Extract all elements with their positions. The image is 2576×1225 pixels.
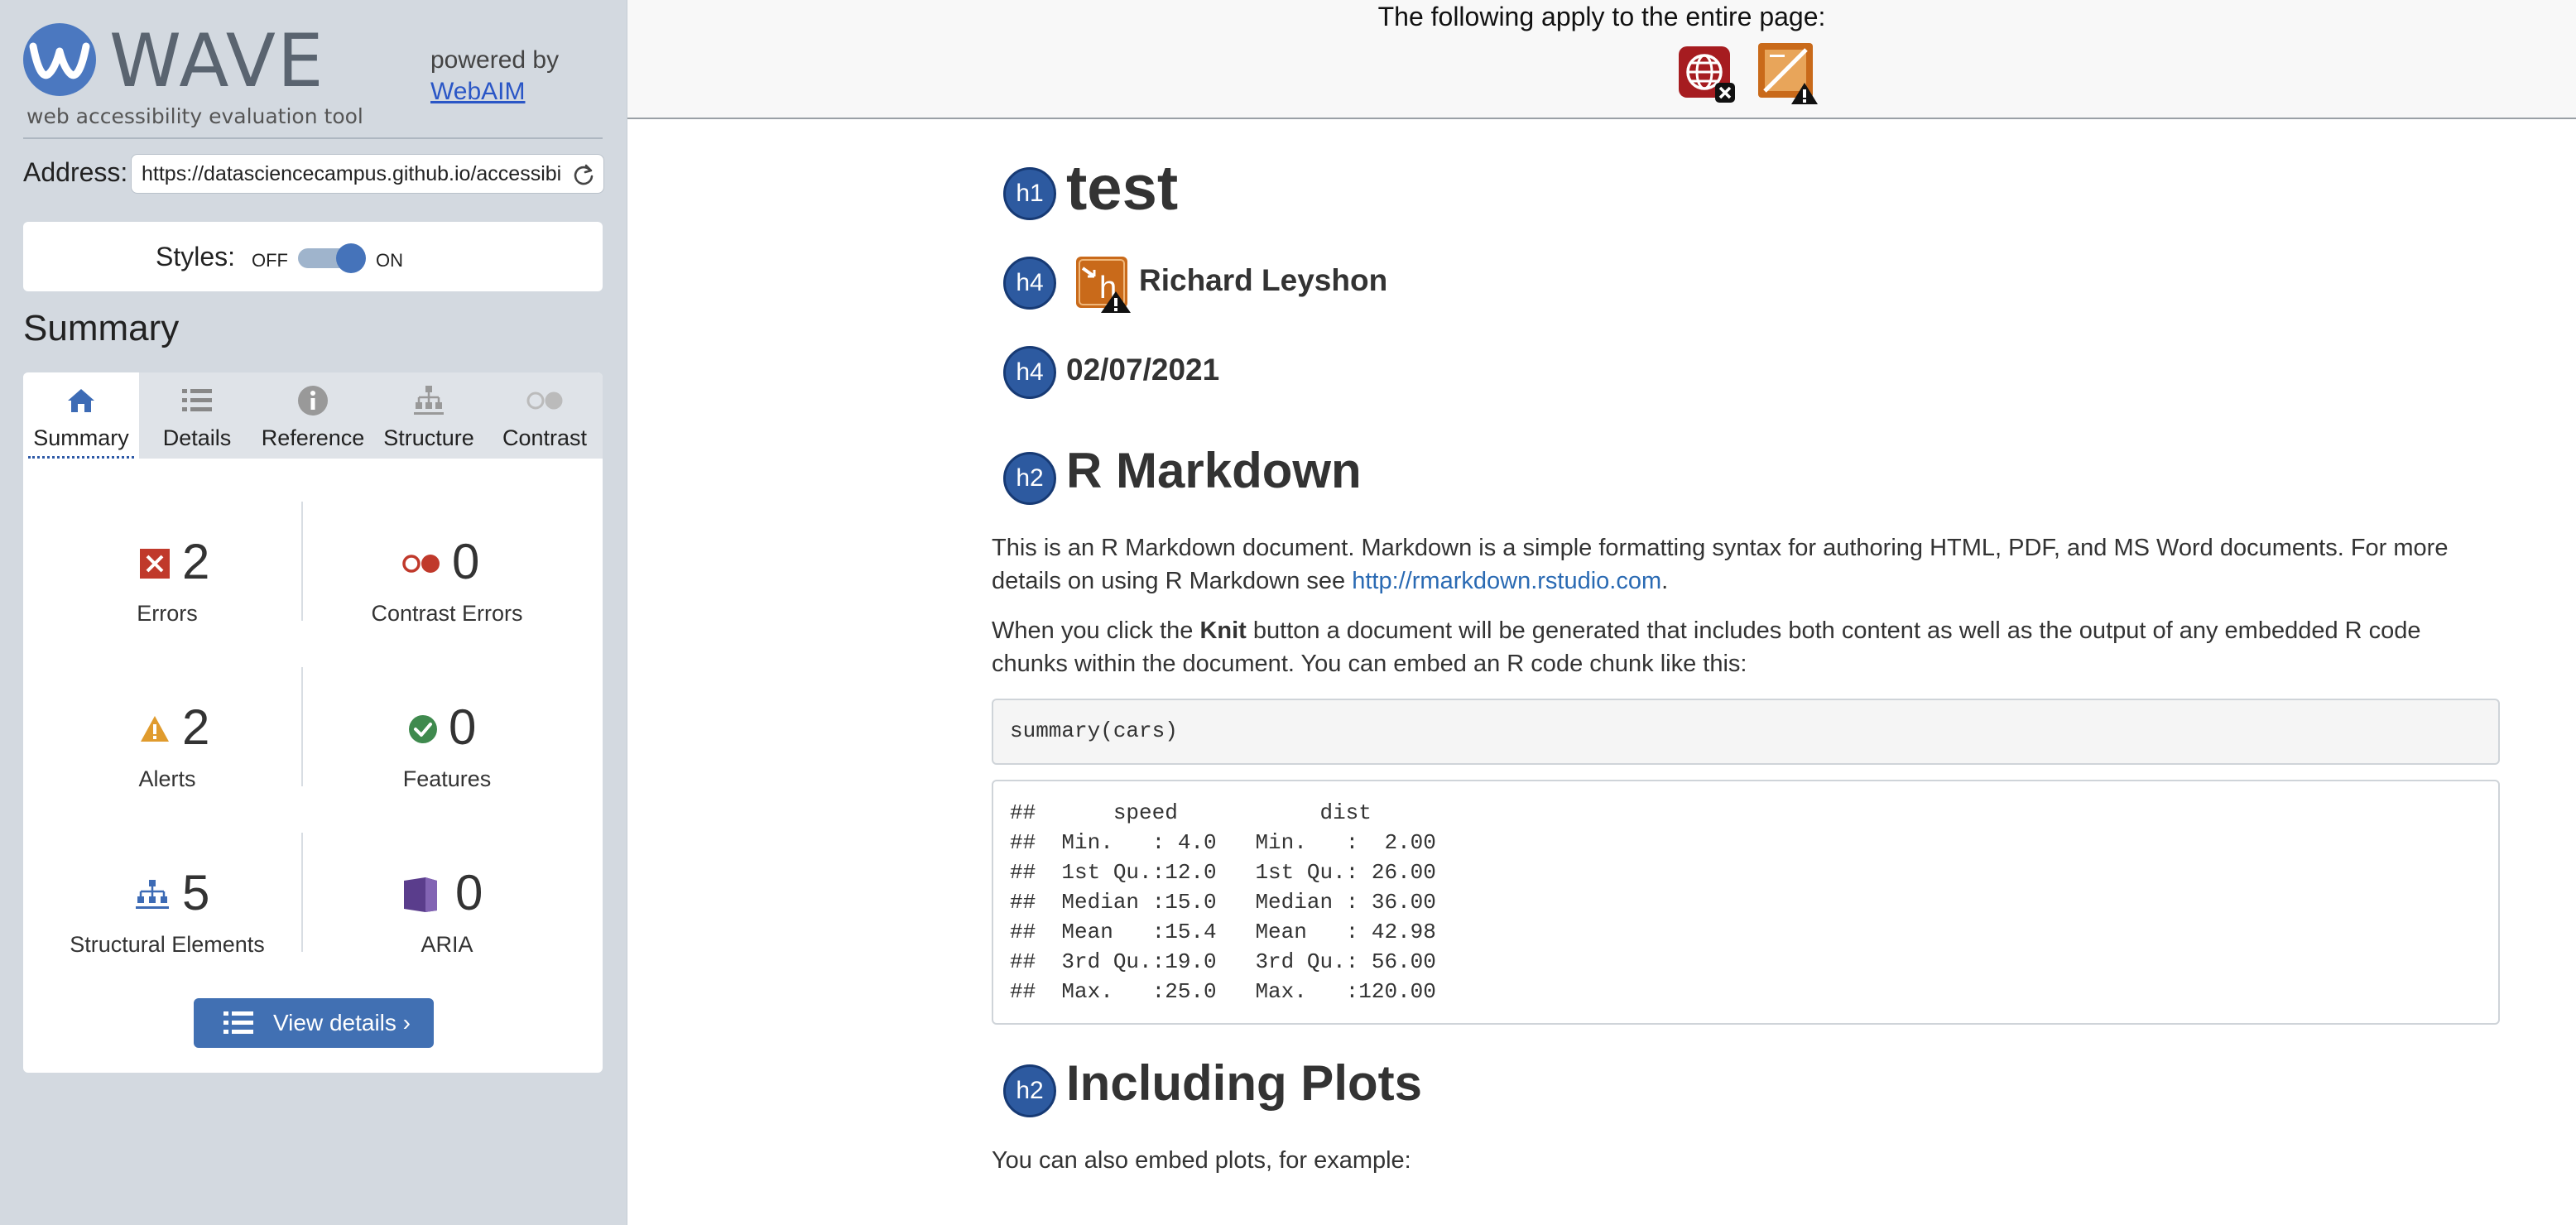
heading-level-badge[interactable]: h2 [1003, 1064, 1056, 1117]
address-field-container [131, 154, 604, 194]
date-heading: 02/07/2021 [1066, 353, 1220, 387]
section-heading-r-markdown: R Markdown [1066, 443, 1362, 498]
stat-errors[interactable]: 2 Errors [35, 533, 300, 657]
error-icon [140, 549, 170, 579]
styles-off-label: OFF [252, 250, 288, 271]
divider [23, 137, 603, 139]
paragraph-text: This is an R Markdown document. Markdown… [992, 535, 2449, 594]
section-heading-including-plots: Including Plots [1066, 1055, 1422, 1111]
tab-structure[interactable]: Structure [371, 372, 487, 459]
structural-elements-count: 5 [182, 865, 210, 920]
wave-logo-icon [23, 23, 96, 96]
knit-bold: Knit [1199, 617, 1247, 644]
heading-level-badge[interactable]: h1 [1003, 167, 1056, 220]
tab-label: Structure [383, 425, 474, 450]
alerts-count: 2 [182, 699, 210, 755]
home-icon [68, 389, 94, 412]
address-label: Address: [23, 157, 128, 187]
tab-label: Contrast [502, 425, 588, 450]
author-heading: Richard Leyshon [1139, 263, 1388, 297]
tab-label: Reference [261, 425, 365, 450]
stat-aria[interactable]: 0 ARIA [315, 864, 579, 988]
paragraph-knit: When you click the Knit button a documen… [992, 614, 2500, 680]
code-input-block: summary(cars) [992, 699, 2500, 765]
code-output-block: ## speed dist ## Min. : 4.0 Min. : 2.00 … [992, 780, 2500, 1025]
contrast-alert-icon[interactable] [1757, 41, 1819, 106]
page-level-text: The following apply to the entire page: [1377, 2, 1826, 31]
heading-level-badge[interactable]: h4 [1003, 346, 1056, 399]
summary-card: Summary Details Reference Structure Cont… [23, 372, 603, 1073]
possible-heading-alert-icon[interactable]: h [1074, 255, 1134, 315]
tab-summary[interactable]: Summary [23, 372, 139, 459]
heading-level-badge[interactable]: h4 [1003, 257, 1056, 310]
paragraph-text: When you click the [992, 617, 1200, 644]
code-input: summary(cars) [1010, 718, 1178, 743]
powered-by-text: powered by [430, 46, 560, 74]
tab-reference[interactable]: Reference [255, 372, 371, 459]
stat-alerts[interactable]: 2 Alerts [35, 699, 300, 823]
divider [301, 667, 303, 786]
errors-count: 2 [182, 534, 210, 589]
structure-icon [136, 880, 169, 909]
summary-heading: Summary [23, 308, 180, 348]
structural-elements-label: Structural Elements [70, 932, 265, 957]
view-details-label: View details › [273, 1010, 411, 1035]
aria-count: 0 [455, 865, 483, 920]
styles-on-label: ON [376, 250, 403, 271]
webaim-link[interactable]: WebAIM [430, 78, 525, 105]
contrast-error-icon [402, 555, 440, 573]
stat-contrast-errors[interactable]: 0 Contrast Errors [315, 533, 579, 657]
tab-label: Details [162, 425, 232, 450]
tab-contrast[interactable]: Contrast [487, 372, 603, 459]
contrast-errors-count: 0 [452, 534, 480, 589]
divider [301, 502, 303, 621]
paragraph-text: . [1661, 568, 1669, 594]
aria-icon [404, 877, 437, 912]
tab-bar: Summary Details Reference Structure Cont… [23, 372, 603, 459]
structure-icon [414, 386, 444, 415]
tab-label: Summary [33, 425, 129, 450]
styles-label: Styles: [156, 242, 236, 271]
alerts-label: Alerts [138, 766, 196, 791]
address-input[interactable] [138, 155, 564, 193]
features-count: 0 [449, 699, 477, 755]
info-icon [298, 386, 328, 416]
errors-label: Errors [137, 601, 198, 626]
rmarkdown-link[interactable]: http://rmarkdown.rstudio.com [1352, 568, 1661, 594]
styles-toggle[interactable] [298, 243, 368, 273]
refresh-icon[interactable] [572, 163, 595, 186]
tab-details[interactable]: Details [139, 372, 255, 459]
view-details-button[interactable]: View details › [194, 998, 434, 1048]
alert-icon [141, 716, 169, 742]
contrast-icon [526, 392, 563, 410]
list-icon [223, 1011, 253, 1034]
stat-features[interactable]: 0 Features [315, 699, 579, 823]
wave-logo: WAVE web accessibility evaluation tool p… [22, 22, 601, 134]
page-level-bar: The following apply to the entire page: [627, 0, 2576, 119]
address-bar: Address: [23, 154, 604, 195]
divider [301, 833, 303, 952]
toggle-knob [336, 243, 366, 273]
wave-sidebar: WAVE web accessibility evaluation tool p… [0, 0, 627, 1225]
styles-panel: Styles: OFF ON [23, 222, 603, 291]
features-label: Features [402, 766, 492, 791]
language-missing-error-icon[interactable] [1677, 45, 1737, 104]
list-icon [182, 389, 212, 411]
aria-label: ARIA [421, 932, 473, 957]
heading-level-badge[interactable]: h2 [1003, 452, 1056, 505]
stat-structural-elements[interactable]: 5 Structural Elements [35, 864, 300, 988]
contrast-errors-label: Contrast Errors [371, 601, 523, 626]
paragraph-intro: This is an R Markdown document. Markdown… [992, 531, 2500, 598]
page-title: test [1066, 153, 1179, 223]
feature-icon [409, 715, 437, 743]
paragraph-plots: You can also embed plots, for example: [992, 1147, 1411, 1174]
logo-tagline: web accessibility evaluation tool [26, 104, 363, 128]
code-output: ## speed dist ## Min. : 4.0 Min. : 2.00 … [1010, 800, 1436, 1004]
logo-wordmark: WAVE [109, 18, 325, 103]
powered-by: powered by WebAIM [430, 45, 559, 108]
